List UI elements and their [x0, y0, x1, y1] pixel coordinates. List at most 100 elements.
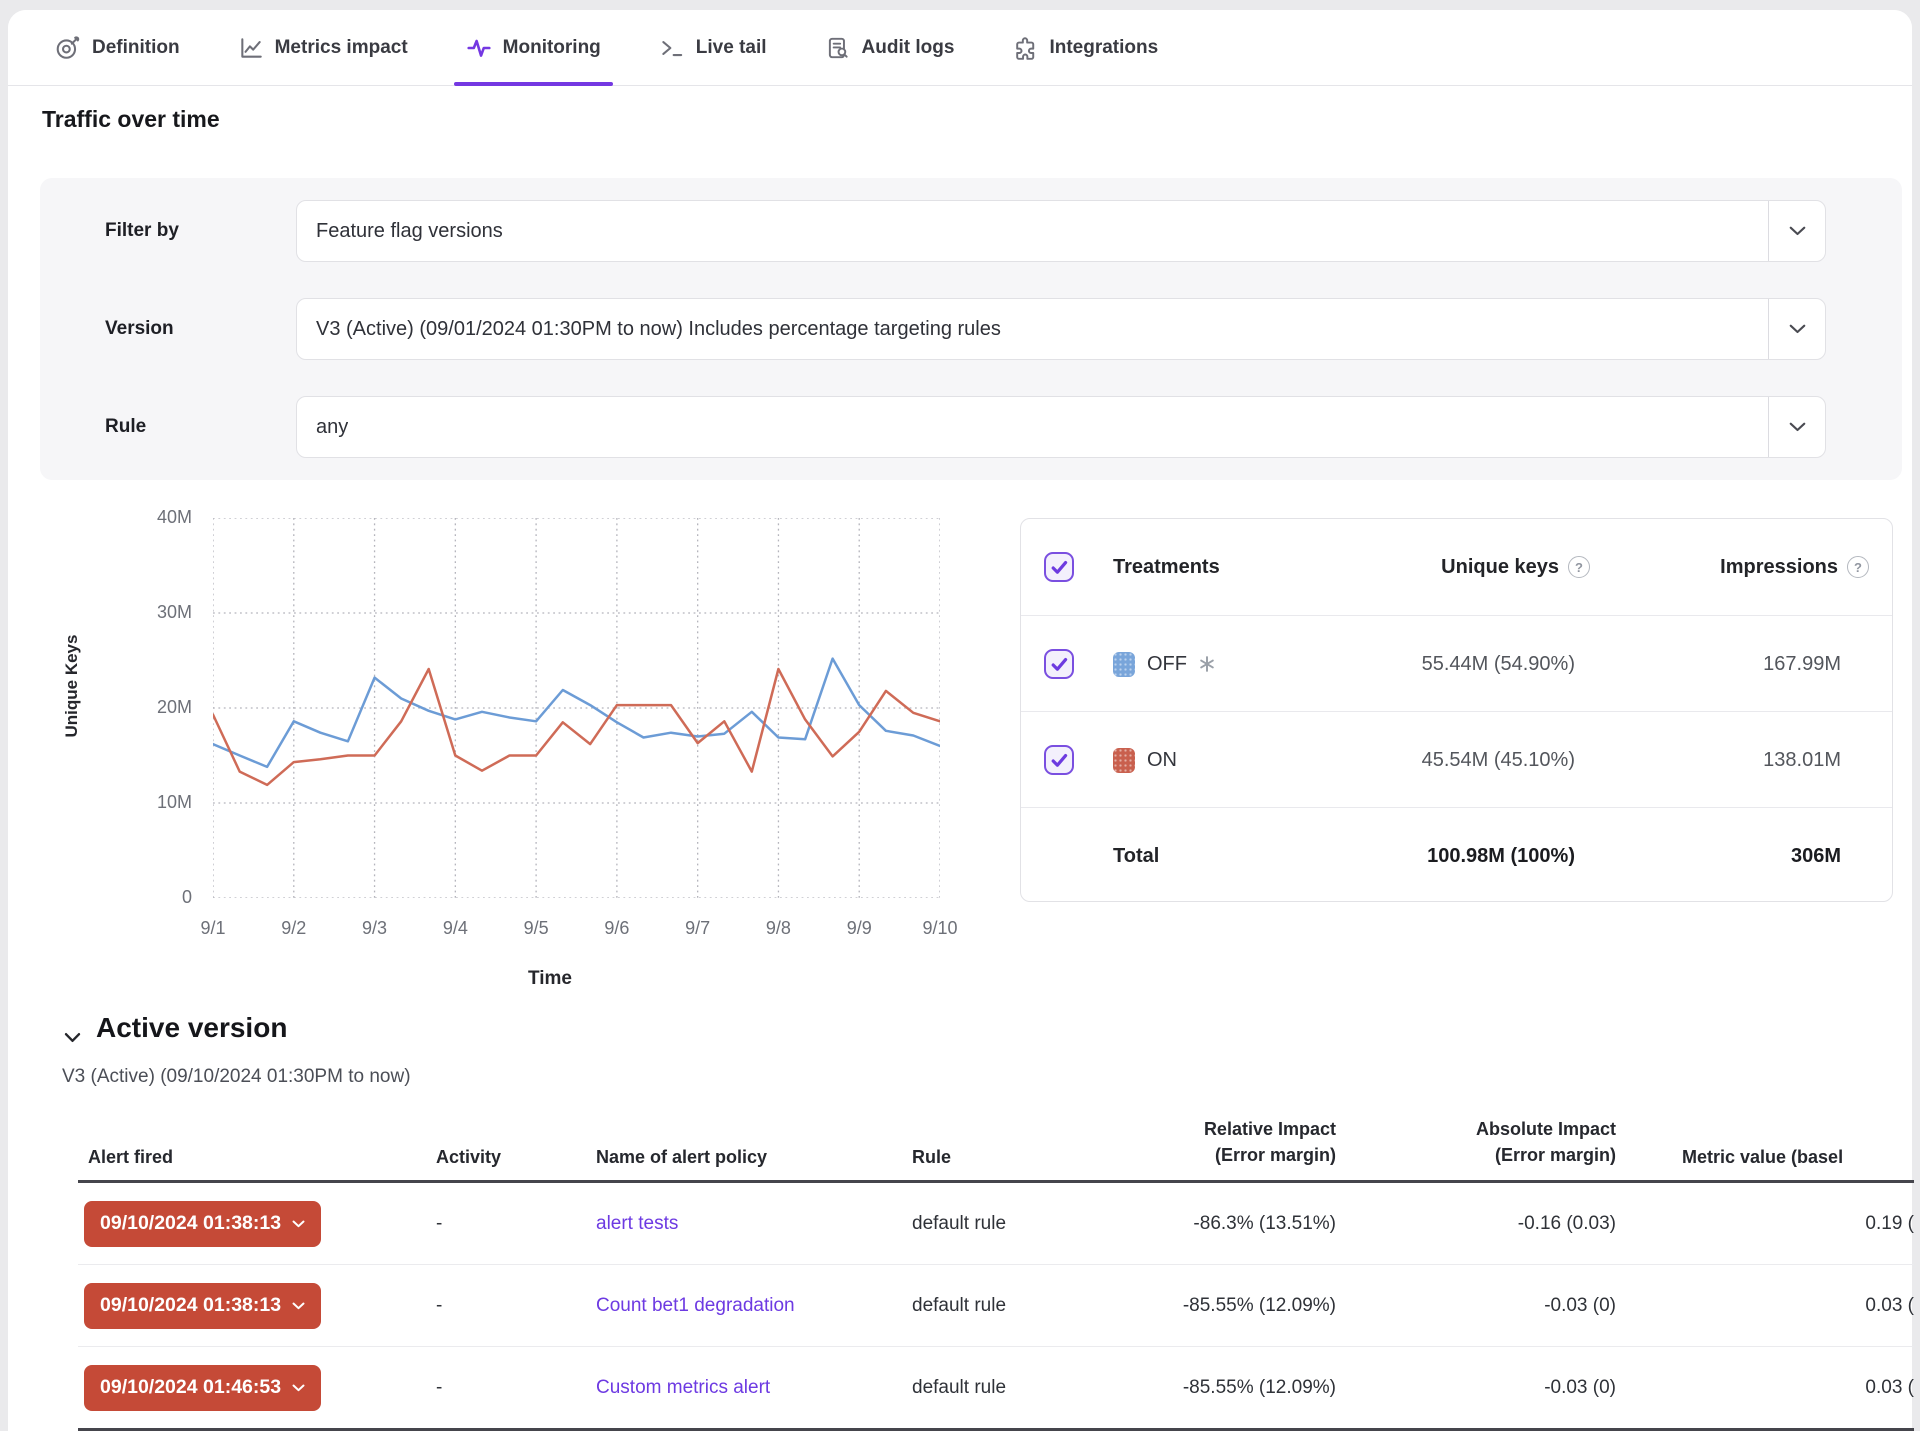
off-series-swatch [1113, 652, 1135, 677]
treatments-header-row: Treatments Unique keys ? Impressions ? [1021, 519, 1892, 615]
alert-activity: - [430, 1295, 584, 1317]
off-checkbox[interactable] [1044, 649, 1074, 679]
tab-label: Integrations [1049, 37, 1158, 59]
default-treatment-icon [1199, 656, 1215, 672]
x-tick-label: 9/6 [587, 918, 647, 939]
unique-keys-value: 45.54M (45.10%) [1422, 749, 1609, 772]
chevron-down-icon [1768, 201, 1825, 261]
alert-policy-link[interactable]: Custom metrics alert [596, 1377, 770, 1398]
version-value: V3 (Active) (09/01/2024 01:30PM to now) … [297, 318, 1001, 341]
tab-label: Metrics impact [275, 37, 408, 59]
x-tick-label: 9/8 [748, 918, 808, 939]
col-rule: Rule [900, 1147, 1130, 1180]
integrations-icon [1012, 35, 1038, 61]
chevron-down-icon [1768, 397, 1825, 457]
col-metric-value: Metric value (basel [1616, 1147, 1914, 1180]
x-axis-title: Time [470, 968, 630, 990]
help-icon[interactable]: ? [1847, 556, 1869, 578]
y-tick-label: 30M [112, 602, 192, 623]
tab-audit-logs[interactable]: Audit logs [813, 10, 967, 85]
chevron-down-icon [292, 1220, 305, 1228]
on-series-swatch [1113, 748, 1135, 773]
alert-activity: - [430, 1213, 584, 1235]
tab-live-tail[interactable]: Live tail [647, 10, 779, 85]
x-tick-label: 9/3 [345, 918, 405, 939]
monitoring-page: Definition Metrics impact Monitoring [0, 0, 1920, 1431]
section-title: Traffic over time [42, 106, 220, 133]
on-checkbox[interactable] [1044, 745, 1074, 775]
impressions-value: 167.99M [1763, 653, 1869, 676]
version-select[interactable]: V3 (Active) (09/01/2024 01:30PM to now) … [296, 298, 1826, 360]
tab-metrics-impact[interactable]: Metrics impact [226, 10, 420, 85]
alerts-table: Alert fired Activity Name of alert polic… [78, 1100, 1914, 1431]
filter-panel: Filter by Feature flag versions Version … [40, 178, 1902, 480]
x-tick-label: 9/1 [183, 918, 243, 939]
help-icon[interactable]: ? [1568, 556, 1590, 578]
x-tick-label: 9/5 [506, 918, 566, 939]
y-axis-title: Unique Keys [62, 586, 82, 786]
y-tick-label: 10M [112, 792, 192, 813]
metrics-impact-icon [238, 35, 264, 61]
select-all-checkbox[interactable] [1044, 552, 1074, 582]
traffic-line-chart [213, 518, 940, 898]
col-policy: Name of alert policy [584, 1147, 900, 1180]
col-alert-fired: Alert fired [78, 1147, 430, 1180]
rule-select[interactable]: any [296, 396, 1826, 458]
alert-rule: default rule [900, 1213, 1130, 1235]
alert-metric-value: 0.19 ( [1616, 1213, 1914, 1235]
alert-relative-impact: -85.55% (12.09%) [1130, 1377, 1336, 1399]
filter-label: Version [105, 298, 174, 360]
treatment-name: OFF [1147, 653, 1187, 676]
tab-monitoring[interactable]: Monitoring [454, 10, 613, 85]
filter-row-version: Version V3 (Active) (09/01/2024 01:30PM … [40, 298, 1902, 360]
chevron-down-icon [1768, 299, 1825, 359]
treatment-row-off: OFF 55.44M (54.90%) 167.99M [1021, 615, 1892, 712]
alert-activity: - [430, 1377, 584, 1399]
filter-by-value: Feature flag versions [297, 220, 503, 243]
alert-relative-impact: -85.55% (12.09%) [1130, 1295, 1336, 1317]
audit-logs-icon [825, 35, 851, 61]
alert-metric-value: 0.03 ( [1616, 1377, 1914, 1399]
filter-label: Rule [105, 396, 146, 458]
active-version-title: Active version [96, 1012, 287, 1044]
alert-rule: default rule [900, 1295, 1130, 1317]
alert-row: 09/10/2024 01:38:13 - alert tests defaul… [78, 1183, 1914, 1265]
x-tick-label: 9/2 [264, 918, 324, 939]
col-relative-impact: Relative Impact(Error margin) [1130, 1116, 1336, 1180]
col-absolute-impact: Absolute Impact(Error margin) [1336, 1116, 1616, 1180]
alert-fired-badge[interactable]: 09/10/2024 01:38:13 [84, 1201, 321, 1247]
alert-fired-badge[interactable]: 09/10/2024 01:46:53 [84, 1365, 321, 1411]
y-tick-label: 20M [112, 697, 192, 718]
treatments-total-row: Total 100.98M (100%) 306M [1021, 807, 1892, 904]
y-tick-label: 0 [112, 887, 192, 908]
alert-absolute-impact: -0.03 (0) [1336, 1377, 1616, 1399]
filter-by-select[interactable]: Feature flag versions [296, 200, 1826, 262]
alert-policy-link[interactable]: Count bet1 degradation [596, 1295, 795, 1316]
filter-row-rule: Rule any [40, 396, 1902, 458]
tab-label: Definition [92, 37, 180, 59]
tab-integrations[interactable]: Integrations [1000, 10, 1170, 85]
x-tick-label: 9/10 [910, 918, 970, 939]
chevron-down-icon [292, 1302, 305, 1310]
alert-fired-badge[interactable]: 09/10/2024 01:38:13 [84, 1283, 321, 1329]
total-impressions: 306M [1791, 845, 1869, 868]
treatments-header: Treatments [1113, 556, 1220, 579]
collapse-chevron-icon[interactable] [64, 1032, 81, 1043]
rule-value: any [297, 416, 348, 439]
chevron-down-icon [292, 1384, 305, 1392]
impressions-value: 138.01M [1763, 749, 1869, 772]
definition-icon [55, 35, 81, 61]
alert-absolute-impact: -0.03 (0) [1336, 1295, 1616, 1317]
filter-label: Filter by [105, 200, 179, 262]
alert-row: 09/10/2024 01:38:13 - Count bet1 degrada… [78, 1265, 1914, 1347]
total-label: Total [1113, 845, 1159, 868]
alert-relative-impact: -86.3% (13.51%) [1130, 1213, 1336, 1235]
treatments-panel: Treatments Unique keys ? Impressions ? [1020, 518, 1893, 902]
alert-policy-link[interactable]: alert tests [596, 1213, 678, 1234]
tab-label: Audit logs [862, 37, 955, 59]
x-tick-label: 9/4 [425, 918, 485, 939]
x-tick-label: 9/9 [829, 918, 889, 939]
tab-definition[interactable]: Definition [43, 10, 192, 85]
total-unique-keys: 100.98M (100%) [1427, 845, 1609, 868]
y-tick-label: 40M [112, 507, 192, 528]
